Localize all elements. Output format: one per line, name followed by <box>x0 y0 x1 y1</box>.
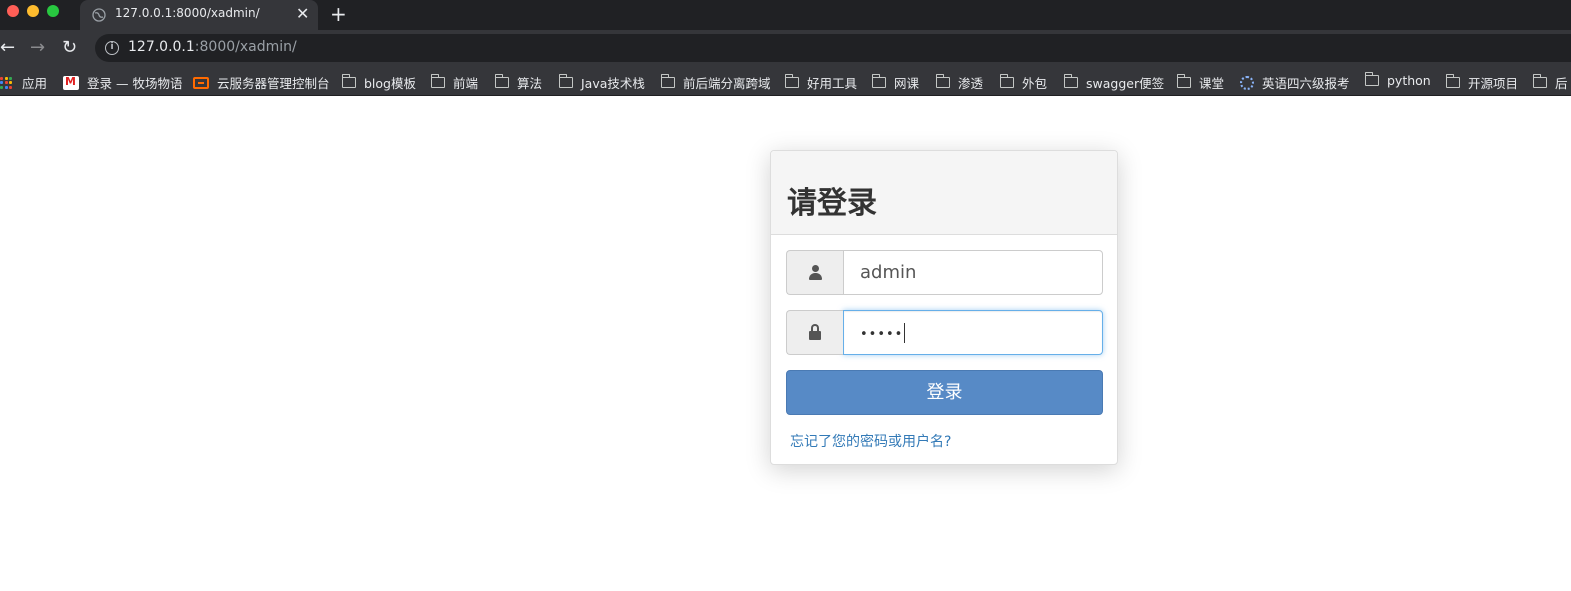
folder-icon <box>1064 74 1078 88</box>
bookmark-label: python <box>1387 73 1431 88</box>
bookmark-folder[interactable]: blog模板 <box>342 73 416 92</box>
folder-icon <box>495 74 509 88</box>
page-title: 请登录 <box>787 186 877 221</box>
bookmark-label: 前后端分离跨域 <box>683 76 771 91</box>
folder-icon <box>1533 74 1547 88</box>
bookmark-label: 登录 — 牧场物语 <box>87 76 183 91</box>
lock-icon <box>809 324 821 340</box>
folder-icon <box>936 74 950 88</box>
username-group: admin <box>786 250 1103 295</box>
password-addon <box>786 310 843 355</box>
username-addon <box>786 250 843 295</box>
folder-icon <box>431 74 445 88</box>
bookmark-folder[interactable]: Java技术栈 <box>559 73 645 92</box>
bookmark-english-exam[interactable]: 英语四六级报考 <box>1240 73 1350 92</box>
folder-icon <box>1000 74 1014 88</box>
bookmarks-bar: 应用 登录 — 牧场物语 云服务器管理控制台 blog模板 前端 算法 Java… <box>0 66 1571 96</box>
password-mask: ••••• <box>860 327 904 342</box>
folder-icon <box>1365 72 1379 86</box>
window-close-button[interactable] <box>7 5 19 17</box>
bookmark-folder[interactable]: 外包 <box>1000 73 1047 92</box>
apps-grid-icon <box>0 76 12 89</box>
bookmark-folder[interactable]: 开源项目 <box>1446 73 1518 92</box>
bookmark-folder[interactable]: 后 <box>1533 73 1568 92</box>
login-panel: 请登录 admin ••••• 登录 忘记了您的密码或用户名? <box>770 150 1118 465</box>
bookmark-folder[interactable]: 算法 <box>495 73 542 92</box>
reload-button[interactable]: ↻ <box>62 36 77 60</box>
bookmark-folder[interactable]: python <box>1365 72 1431 88</box>
folder-icon <box>342 74 356 88</box>
folder-icon <box>661 74 675 88</box>
bookmark-folder[interactable]: 课堂 <box>1177 73 1224 92</box>
text-caret <box>904 323 906 343</box>
bookmark-label: 外包 <box>1022 76 1048 91</box>
folder-icon <box>872 74 886 88</box>
bookmark-folder[interactable]: 渗透 <box>936 73 983 92</box>
bookmark-label: 渗透 <box>958 76 984 91</box>
folder-icon <box>1177 74 1191 88</box>
folder-icon <box>1446 74 1460 88</box>
window-maximize-button[interactable] <box>47 5 59 17</box>
forgot-password-link[interactable]: 忘记了您的密码或用户名? <box>790 431 951 451</box>
back-button[interactable]: ← <box>0 36 15 60</box>
bookmark-label: 课堂 <box>1199 76 1225 91</box>
browser-tab-strip: 127.0.0.1:8000/xadmin/ ✕ + <box>0 0 1571 30</box>
bookmark-label: 前端 <box>453 76 479 91</box>
window-minimize-button[interactable] <box>27 5 39 17</box>
bookmark-label: 后 <box>1555 76 1568 91</box>
forward-button[interactable]: → <box>30 36 45 60</box>
browser-tab[interactable]: 127.0.0.1:8000/xadmin/ ✕ <box>80 0 318 30</box>
bookmark-label: blog模板 <box>364 76 416 91</box>
folder-icon <box>785 74 799 88</box>
folder-icon <box>559 74 573 88</box>
tab-close-icon[interactable]: ✕ <box>296 4 309 24</box>
address-bar[interactable]: i 127.0.0.1:8000/xadmin/ <box>95 34 1571 62</box>
bookmark-site[interactable]: 登录 — 牧场物语 <box>63 73 182 92</box>
panel-heading: 请登录 <box>771 151 1117 235</box>
bookmark-label: 应用 <box>22 76 48 91</box>
login-button[interactable]: 登录 <box>786 370 1103 415</box>
bookmark-cloud-console[interactable]: 云服务器管理控制台 <box>193 73 330 92</box>
bookmark-label: swagger便签 <box>1086 76 1165 91</box>
gear-favicon-icon <box>1240 75 1254 90</box>
password-group: ••••• <box>786 310 1103 355</box>
bookmark-label: Java技术栈 <box>581 76 645 91</box>
url-host: 127.0.0.1 <box>128 39 195 55</box>
tab-title: 127.0.0.1:8000/xadmin/ <box>115 6 260 20</box>
bookmark-label: 网课 <box>894 76 920 91</box>
bookmark-folder[interactable]: 网课 <box>872 73 919 92</box>
bookmark-label: 云服务器管理控制台 <box>217 76 330 91</box>
bookmark-folder[interactable]: 好用工具 <box>785 73 857 92</box>
bookmark-folder[interactable]: 前后端分离跨域 <box>661 73 771 92</box>
address-url[interactable]: 127.0.0.1:8000/xadmin/ <box>128 39 297 55</box>
bookmark-label: 算法 <box>517 76 543 91</box>
bookmark-label: 好用工具 <box>807 76 858 91</box>
site-favicon-icon <box>63 75 79 90</box>
username-input[interactable]: admin <box>843 250 1103 295</box>
bookmark-apps[interactable]: 应用 <box>0 73 47 92</box>
bookmark-label: 英语四六级报考 <box>1262 76 1350 91</box>
browser-toolbar: ← → ↻ i 127.0.0.1:8000/xadmin/ <box>0 30 1571 66</box>
bookmark-folder[interactable]: 前端 <box>431 73 478 92</box>
new-tab-button[interactable]: + <box>330 2 347 26</box>
password-input[interactable]: ••••• <box>843 310 1103 355</box>
url-path: :8000/xadmin/ <box>194 39 297 55</box>
bookmark-label: 开源项目 <box>1468 76 1519 91</box>
user-icon <box>809 265 822 281</box>
globe-icon <box>92 8 106 22</box>
bookmark-folder[interactable]: swagger便签 <box>1064 73 1164 92</box>
site-info-icon[interactable]: i <box>105 41 119 55</box>
cloud-console-icon <box>193 76 209 89</box>
